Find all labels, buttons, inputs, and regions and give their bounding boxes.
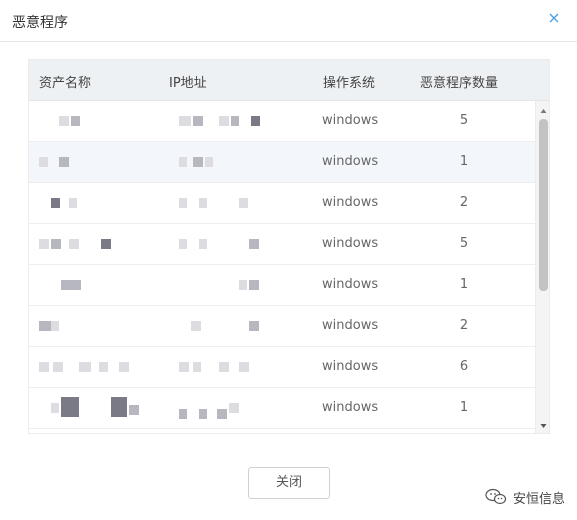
os-cell: windows (322, 277, 379, 292)
asset-name-redacted (39, 239, 159, 249)
os-cell: windows (322, 113, 379, 128)
asset-name-redacted (39, 321, 159, 331)
malware-dialog: 恶意程序 资产名称 IP地址 操作系统 恶意程序数量 windows 5 win… (0, 0, 577, 520)
os-cell: windows (322, 236, 379, 251)
column-header-asset-name[interactable]: 资产名称 (39, 72, 91, 91)
os-cell: windows (322, 400, 379, 415)
table-row[interactable]: windows 6 (29, 347, 535, 388)
os-cell: windows (322, 318, 379, 333)
table-header: 资产名称 IP地址 操作系统 恶意程序数量 (29, 60, 549, 101)
asset-name-redacted (39, 198, 159, 208)
watermark-text: 安恒信息 (512, 491, 565, 507)
malware-count-cell: 2 (459, 318, 469, 333)
dialog-title: 恶意程序 (12, 15, 68, 31)
ip-address-redacted (179, 280, 279, 290)
ip-address-redacted (179, 239, 279, 249)
malware-count-cell: 2 (459, 195, 469, 210)
ip-address-redacted (179, 157, 279, 167)
table-row[interactable]: windows 1 (29, 142, 535, 183)
asset-name-redacted (39, 157, 159, 167)
malware-count-cell: 6 (459, 359, 469, 374)
os-cell: windows (322, 154, 379, 169)
scrollbar-thumb[interactable] (539, 119, 548, 291)
column-header-malware-count[interactable]: 恶意程序数量 (420, 72, 498, 91)
ip-address-redacted (179, 403, 279, 419)
os-cell: windows (322, 359, 379, 374)
scroll-up-arrow-icon[interactable] (536, 103, 549, 117)
vertical-scrollbar[interactable] (535, 101, 549, 433)
close-button[interactable]: 关闭 (248, 467, 330, 499)
malware-count-cell: 1 (459, 277, 469, 292)
table-row[interactable]: windows 2 (29, 306, 535, 347)
malware-count-cell: 5 (459, 113, 469, 128)
table-row[interactable]: windows 5 (29, 101, 535, 142)
ip-address-redacted (179, 321, 279, 331)
asset-name-redacted (39, 280, 159, 290)
malware-table: 资产名称 IP地址 操作系统 恶意程序数量 windows 5 windows … (28, 59, 550, 434)
asset-name-redacted (39, 362, 159, 372)
ip-address-redacted (179, 198, 279, 208)
scroll-down-arrow-icon[interactable] (536, 418, 549, 432)
close-icon[interactable] (547, 11, 561, 25)
watermark: 安恒信息 (485, 488, 565, 507)
malware-count-cell: 1 (459, 400, 469, 415)
wechat-icon (485, 488, 507, 506)
ip-address-redacted (179, 362, 279, 372)
table-row[interactable]: windows 1 (29, 388, 535, 429)
ip-address-redacted (179, 116, 279, 126)
table-row[interactable]: windows 5 (29, 224, 535, 265)
malware-count-cell: 5 (459, 236, 469, 251)
table-body[interactable]: windows 5 windows 1 windows 2 windows 5 (29, 101, 535, 433)
asset-name-redacted (39, 116, 159, 126)
column-header-ip-address[interactable]: IP地址 (169, 72, 207, 91)
table-row[interactable]: windows 2 (29, 183, 535, 224)
os-cell: windows (322, 195, 379, 210)
table-row[interactable]: windows 1 (29, 265, 535, 306)
asset-name-redacted (39, 397, 159, 419)
dialog-titlebar: 恶意程序 (0, 0, 577, 42)
malware-count-cell: 1 (459, 154, 469, 169)
column-header-os[interactable]: 操作系统 (323, 72, 375, 91)
